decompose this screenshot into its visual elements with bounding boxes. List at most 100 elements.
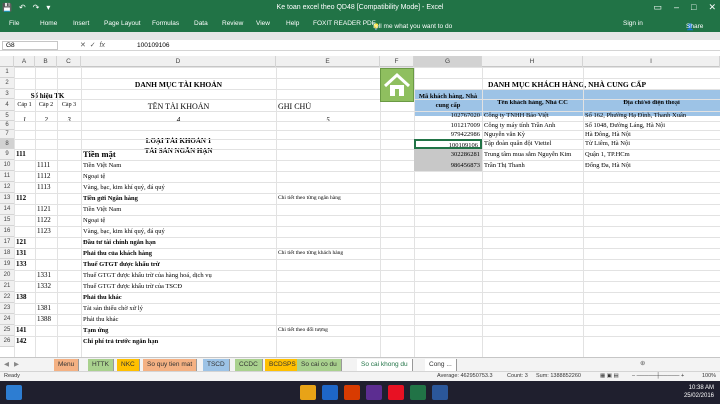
customer-code[interactable]: 986456873 xyxy=(414,160,482,171)
row-header[interactable]: 20 xyxy=(0,270,14,281)
browser-icon[interactable] xyxy=(322,385,338,400)
ribbon-options-icon[interactable]: ▭ xyxy=(653,2,662,13)
app-icon[interactable] xyxy=(344,385,360,400)
word-icon[interactable] xyxy=(432,385,448,400)
tab-help[interactable]: Help xyxy=(286,20,299,27)
col-header-h[interactable]: H xyxy=(482,56,583,67)
row-header[interactable]: 2 xyxy=(0,78,14,89)
customer-name[interactable]: Nguyễn văn Kỳ xyxy=(482,130,583,139)
sheet-tab[interactable]: So cai khong du xyxy=(357,359,413,371)
customer-addr[interactable]: Quận 1, TP.HCm xyxy=(583,149,720,160)
row-header[interactable]: 13 xyxy=(0,193,14,204)
customer-name[interactable]: Công ty máy tính Trần Anh xyxy=(482,121,583,130)
sheet-tab[interactable]: Cong ... xyxy=(425,359,457,371)
tab-scroll-left-icon[interactable]: ◀ xyxy=(4,360,9,368)
sheet-tab[interactable]: HTTK xyxy=(88,359,114,371)
row-header[interactable]: 8 xyxy=(0,139,14,149)
row-header[interactable]: 23 xyxy=(0,303,14,314)
clock[interactable]: 10:38 AM 25/02/2016 xyxy=(684,384,714,400)
customer-name[interactable]: Trần Thị Thanh xyxy=(482,160,583,171)
row-header[interactable]: 14 xyxy=(0,204,14,215)
row-header[interactable]: 5 xyxy=(0,111,14,121)
col-header-c[interactable]: C xyxy=(57,56,81,67)
row-header[interactable]: 17 xyxy=(0,237,14,248)
sheet-tab[interactable]: So cai co du xyxy=(297,359,342,371)
sheet-tab[interactable]: BCDSPS xyxy=(265,359,301,371)
customer-addr[interactable]: Số 162, Phường Hạ Đình, Thanh Xuân xyxy=(583,111,720,121)
col-header-a[interactable]: A xyxy=(14,56,35,67)
customer-code[interactable]: 302286281 xyxy=(414,149,482,160)
sheet-tab[interactable]: CCDC xyxy=(235,359,263,371)
sheet-tab[interactable]: TSCD xyxy=(203,359,230,371)
row-header[interactable]: 16 xyxy=(0,226,14,237)
tab-page-layout[interactable]: Page Layout xyxy=(104,20,141,27)
sheet-tab[interactable]: Menu xyxy=(54,359,80,371)
row-header[interactable]: 25 xyxy=(0,325,14,336)
customer-addr[interactable]: Từ Liêm, Hà Nội xyxy=(583,139,720,149)
row-header[interactable]: 1 xyxy=(0,67,14,78)
row-header[interactable]: 18 xyxy=(0,248,14,259)
tab-formulas[interactable]: Formulas xyxy=(152,20,179,27)
tab-view[interactable]: View xyxy=(256,20,270,27)
sheet-tab[interactable]: NKC xyxy=(117,359,140,371)
row-header[interactable]: 22 xyxy=(0,292,14,303)
col-header-e[interactable]: E xyxy=(276,56,380,67)
row-header[interactable]: 6 xyxy=(0,121,14,130)
formula-icons[interactable]: ✕ ✓ fx xyxy=(80,40,105,51)
worksheet-grid[interactable]: DANH MỤC TÀI KHOẢN Số hiệu TK Cấp 1 Cấp … xyxy=(14,67,720,357)
tab-scroll-right-icon[interactable]: ▶ xyxy=(14,360,19,368)
formula-input[interactable]: 100109106 xyxy=(137,40,170,51)
customer-name[interactable]: Tập đoàn quân đội Viettel xyxy=(482,139,583,149)
tab-insert[interactable]: Insert xyxy=(73,20,89,27)
customer-name[interactable]: Công ty TNHH Bảo Việt xyxy=(482,111,583,121)
tab-review[interactable]: Review xyxy=(222,20,243,27)
row-header[interactable]: 26 xyxy=(0,336,14,347)
customer-addr[interactable]: Hà Đông, Hà Nội xyxy=(583,130,720,139)
sign-in-link[interactable]: Sign in xyxy=(623,20,643,27)
row-header[interactable]: 12 xyxy=(0,182,14,193)
col-header-d[interactable]: D xyxy=(81,56,276,67)
maximize-icon[interactable]: □ xyxy=(691,2,696,13)
tab-file[interactable]: File xyxy=(9,20,19,27)
customer-code[interactable]: 102767020 xyxy=(414,111,482,121)
row-header[interactable]: 10 xyxy=(0,160,14,171)
row-header[interactable]: 19 xyxy=(0,259,14,270)
customer-addr[interactable]: Đống Đa, Hà Nội xyxy=(583,160,720,171)
close-icon[interactable]: ✕ xyxy=(708,2,716,13)
row-header[interactable]: 7 xyxy=(0,130,14,139)
select-all-corner[interactable] xyxy=(0,56,14,67)
tab-home[interactable]: Home xyxy=(40,20,57,27)
row-header[interactable]: 24 xyxy=(0,314,14,325)
start-icon[interactable] xyxy=(6,385,22,400)
customer-name[interactable]: Trung tâm mua sắm Nguyễn Kim xyxy=(482,149,583,160)
customer-code[interactable]: 100109106 xyxy=(414,139,482,149)
view-buttons[interactable]: ▦ ▣ ▤ xyxy=(600,373,619,379)
row-header[interactable]: 21 xyxy=(0,281,14,292)
col-header-g[interactable]: G xyxy=(414,56,482,67)
tab-foxit[interactable]: FOXIT READER PDF xyxy=(313,20,376,27)
tab-data[interactable]: Data xyxy=(194,20,208,27)
col-header-f[interactable]: F xyxy=(380,56,414,67)
customer-addr[interactable]: Số 1048, Đường Láng, Hà Nội xyxy=(583,121,720,130)
row-header[interactable]: 3 xyxy=(0,89,14,99)
customer-code[interactable]: 101217009 xyxy=(414,121,482,130)
col-header-b[interactable]: B xyxy=(35,56,57,67)
customer-code[interactable]: 979422986 xyxy=(414,130,482,139)
app2-icon[interactable] xyxy=(366,385,382,400)
row-header[interactable]: 9 xyxy=(0,149,14,160)
row-header[interactable]: 4 xyxy=(0,99,14,111)
name-box[interactable]: G8 xyxy=(2,41,58,50)
account-name: Ngoại tệ xyxy=(83,173,106,180)
account-code-1 xyxy=(14,303,35,314)
app3-icon[interactable] xyxy=(388,385,404,400)
folder-icon[interactable] xyxy=(300,385,316,400)
excel-icon[interactable] xyxy=(410,385,426,400)
zoom-slider[interactable]: – ─────┼───── + xyxy=(632,373,684,379)
sheet-tab[interactable]: So quy tien mat xyxy=(143,359,198,371)
col-header-i[interactable]: I xyxy=(583,56,720,67)
row-header[interactable]: 15 xyxy=(0,215,14,226)
home-button[interactable] xyxy=(380,68,414,102)
row-header[interactable]: 11 xyxy=(0,171,14,182)
add-sheet-icon[interactable]: ⊕ xyxy=(640,359,645,367)
minimize-icon[interactable]: – xyxy=(674,2,679,13)
